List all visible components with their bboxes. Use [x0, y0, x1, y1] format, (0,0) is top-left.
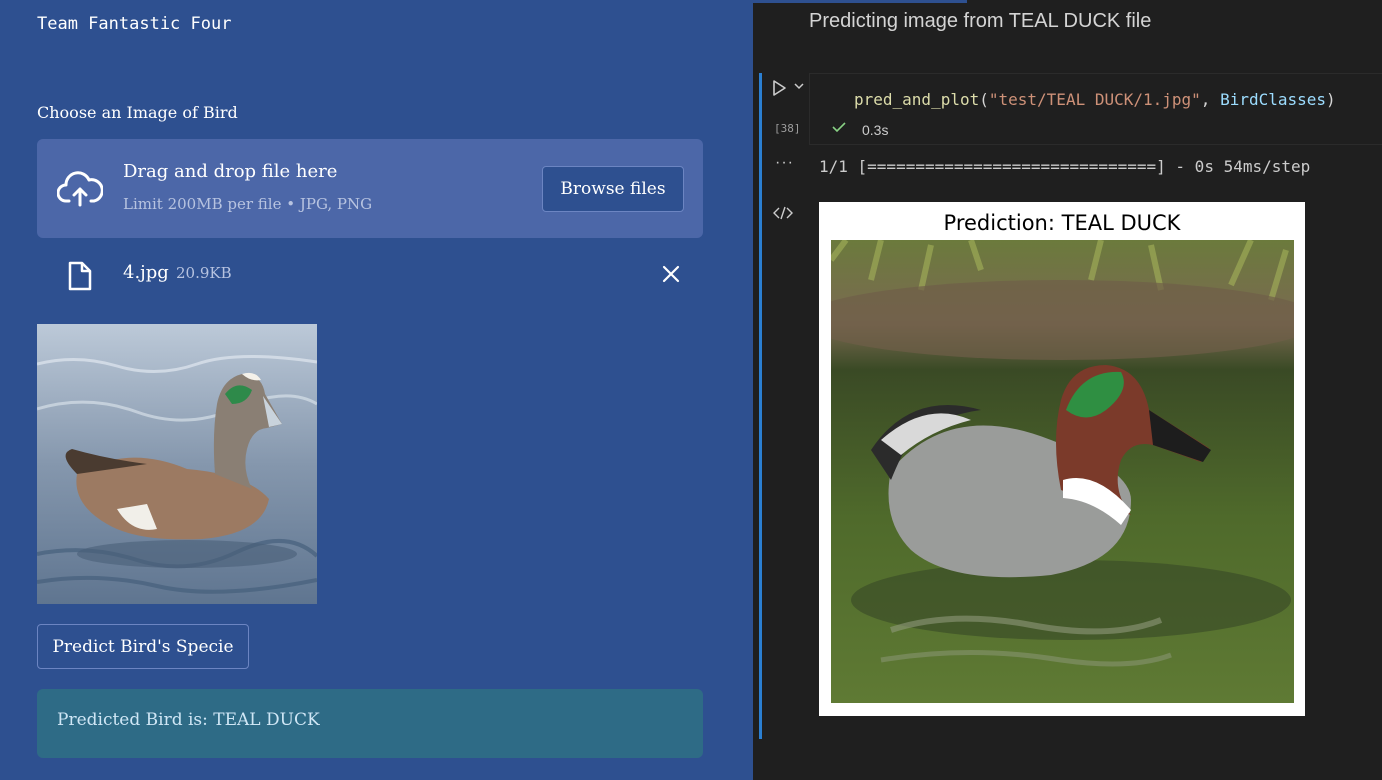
- browse-files-button[interactable]: Browse files: [542, 166, 684, 212]
- cloud-upload-icon: [57, 171, 103, 207]
- markdown-cell-title: Predicting image from TEAL DUCK file: [809, 10, 1152, 32]
- uploaded-file-row: 4.jpg 20.9KB: [37, 252, 703, 296]
- code-string-arg: "test/TEAL DUCK/1.jpg": [988, 90, 1201, 109]
- output-more-icon[interactable]: ···: [775, 154, 794, 172]
- code-paren-open: (: [979, 90, 989, 109]
- uploader-label: Choose an Image of Bird: [37, 103, 238, 122]
- execution-count: [38]: [774, 122, 801, 135]
- code-line[interactable]: pred_and_plot("test/TEAL DUCK/1.jpg", Bi…: [854, 90, 1336, 109]
- code-function: pred_and_plot: [854, 90, 980, 109]
- code-variable-arg: BirdClasses: [1220, 90, 1327, 109]
- code-output-icon[interactable]: [773, 205, 793, 221]
- cell-focus-bar: [759, 73, 762, 739]
- execution-time: 0.3s: [862, 122, 889, 138]
- output-progress-text: 1/1 [==============================] - 0…: [819, 157, 1311, 176]
- prediction-result-alert: Predicted Bird is: TEAL DUCK: [37, 689, 703, 758]
- file-size: 20.9KB: [176, 264, 232, 282]
- file-name: 4.jpg: [123, 262, 169, 283]
- panel-divider: [753, 0, 967, 3]
- plot-title: Prediction: TEAL DUCK: [943, 211, 1181, 235]
- teal-duck-image: [831, 240, 1294, 703]
- dropzone-title: Drag and drop file here: [123, 161, 338, 182]
- success-check-icon: [832, 122, 846, 133]
- file-icon: [68, 261, 92, 291]
- prediction-plot: Prediction: TEAL DUCK: [819, 202, 1305, 716]
- prediction-result-text: Predicted Bird is: TEAL DUCK: [57, 710, 320, 730]
- notebook-panel: Predicting image from TEAL DUCK file [38…: [753, 0, 1382, 780]
- streamlit-app: Team Fantastic Four Choose an Image of B…: [0, 0, 753, 780]
- predict-button[interactable]: Predict Bird's Specie: [37, 624, 249, 669]
- close-icon[interactable]: [659, 262, 683, 286]
- code-separator: ,: [1200, 90, 1221, 109]
- chevron-down-icon[interactable]: [793, 81, 805, 91]
- code-cell-editor[interactable]: pred_and_plot("test/TEAL DUCK/1.jpg", Bi…: [809, 73, 1382, 145]
- uploaded-bird-image: [37, 324, 317, 604]
- dropzone-limit: Limit 200MB per file • JPG, PNG: [123, 195, 373, 213]
- code-paren-close: ): [1326, 90, 1336, 109]
- run-cell-icon[interactable]: [771, 79, 787, 97]
- team-title: Team Fantastic Four: [37, 14, 232, 34]
- file-dropzone[interactable]: Drag and drop file here Limit 200MB per …: [37, 139, 703, 238]
